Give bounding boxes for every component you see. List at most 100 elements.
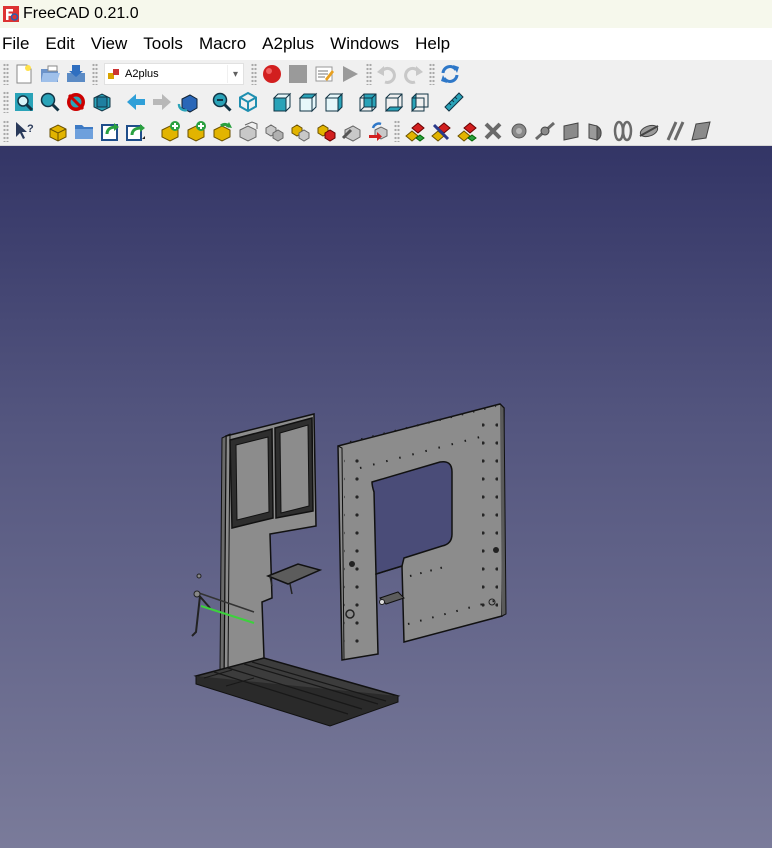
update-imports-recursive-button[interactable] xyxy=(123,118,149,144)
solve-constraints-button[interactable] xyxy=(402,118,428,144)
measure-button[interactable] xyxy=(441,89,467,115)
plane-parallel-icon xyxy=(563,121,579,141)
fit-selection-button[interactable] xyxy=(37,89,63,115)
point-on-line-button[interactable] xyxy=(532,118,558,144)
bottom-view-button[interactable] xyxy=(381,89,407,115)
menu-help[interactable]: Help xyxy=(407,28,458,60)
workbench-selected-label: A2plus xyxy=(125,68,159,80)
menu-view[interactable]: View xyxy=(83,28,136,60)
floor-plate[interactable] xyxy=(193,657,401,727)
bottom-view-icon xyxy=(384,93,404,112)
undo-button[interactable] xyxy=(374,61,400,87)
update-imports-button[interactable] xyxy=(97,118,123,144)
center-of-mass-button[interactable] xyxy=(688,118,714,144)
axis-coincident-icon xyxy=(613,120,633,141)
left-door-panel[interactable] xyxy=(219,413,317,673)
save-button[interactable] xyxy=(63,61,89,87)
axis-parallel-button[interactable] xyxy=(636,118,662,144)
delete-constraints-button[interactable] xyxy=(480,118,506,144)
flip-part-button[interactable] xyxy=(339,118,365,144)
point-identity-button[interactable] xyxy=(506,118,532,144)
plane-coincident-icon xyxy=(588,122,602,141)
plane-coincident-button[interactable] xyxy=(584,118,610,144)
duplicate-part-button[interactable] xyxy=(235,118,261,144)
macro-run-button[interactable] xyxy=(337,61,363,87)
right-view-button[interactable] xyxy=(321,89,347,115)
draw-style-button[interactable] xyxy=(63,89,89,115)
add-part-button[interactable] xyxy=(45,118,71,144)
redo-button[interactable] xyxy=(400,61,426,87)
toolbar-grip[interactable] xyxy=(429,63,435,85)
whats-this-button[interactable]: ? xyxy=(11,118,37,144)
toolbar-grip[interactable] xyxy=(92,63,98,85)
solve-all-button[interactable] xyxy=(428,118,454,144)
top-view-button[interactable] xyxy=(295,89,321,115)
plane-parallel-button[interactable] xyxy=(558,118,584,144)
left-view-button[interactable] xyxy=(407,89,433,115)
sync-view-icon xyxy=(177,94,198,113)
angled-planes-icon xyxy=(666,120,685,141)
duplicate-part-icon xyxy=(239,120,258,142)
menu-windows[interactable]: Windows xyxy=(322,28,407,60)
open-button[interactable] xyxy=(37,61,63,87)
bounding-box-icon xyxy=(93,93,111,112)
import-part-button[interactable] xyxy=(157,118,183,144)
fit-all-button[interactable] xyxy=(11,89,37,115)
menu-edit[interactable]: Edit xyxy=(37,28,82,60)
new-document-button[interactable] xyxy=(11,61,37,87)
macro-record-icon xyxy=(263,65,281,83)
3d-viewport[interactable] xyxy=(0,146,772,848)
menu-tools[interactable]: Tools xyxy=(135,28,191,60)
macro-record-button[interactable] xyxy=(259,61,285,87)
isometric-view-button[interactable] xyxy=(235,89,261,115)
toolbar-grip[interactable] xyxy=(3,119,9,142)
toolbar-grip[interactable] xyxy=(3,63,9,85)
front-view-icon xyxy=(272,92,292,113)
rear-panel-with-opening[interactable] xyxy=(337,403,507,661)
top-view-icon xyxy=(298,92,318,113)
toolbar-grip[interactable] xyxy=(366,63,372,85)
rear-view-button[interactable] xyxy=(355,89,381,115)
chevron-down-icon[interactable]: ▾ xyxy=(227,65,243,83)
solve-all-icon xyxy=(431,121,451,142)
small-shelf[interactable] xyxy=(265,563,323,595)
save-icon xyxy=(67,65,85,82)
sync-view-button[interactable] xyxy=(175,89,201,115)
refresh-button[interactable] xyxy=(437,61,463,87)
edit-part-button[interactable] xyxy=(261,118,287,144)
menu-macro[interactable]: Macro xyxy=(191,28,254,60)
isometric-view-icon xyxy=(239,91,257,113)
angled-planes-button[interactable] xyxy=(662,118,688,144)
workbench-selector[interactable]: A2plus ▾ xyxy=(104,63,244,85)
fixed-part-button[interactable] xyxy=(313,118,339,144)
toolbar-grip[interactable] xyxy=(251,63,257,85)
left-view-icon xyxy=(411,92,429,113)
transfer-part-button[interactable] xyxy=(365,118,391,144)
import-shape-button[interactable] xyxy=(183,118,209,144)
macro-stop-button[interactable] xyxy=(285,61,311,87)
axis-coincident-button[interactable] xyxy=(610,118,636,144)
front-view-button[interactable] xyxy=(269,89,295,115)
menu-file[interactable]: File xyxy=(0,28,37,60)
toolbar-grip[interactable] xyxy=(394,119,400,142)
assembly-3d-model[interactable] xyxy=(0,146,772,848)
toolbar-grip[interactable] xyxy=(3,91,9,113)
toggle-autosolve-button[interactable] xyxy=(454,118,480,144)
bounding-box-button[interactable] xyxy=(89,89,115,115)
back-view-button[interactable] xyxy=(123,89,149,115)
macro-edit-button[interactable] xyxy=(311,61,337,87)
toolbar-row-1: A2plus ▾ xyxy=(0,60,772,88)
add-from-folder-button[interactable] xyxy=(71,118,97,144)
bracket[interactable] xyxy=(379,591,405,605)
flip-part-icon xyxy=(341,124,361,142)
move-part-button[interactable] xyxy=(287,118,313,144)
toolbar-row-2 xyxy=(0,88,772,116)
a2plus-workbench-icon xyxy=(108,69,119,79)
zoom-button[interactable] xyxy=(209,89,235,115)
center-of-mass-icon xyxy=(691,120,711,141)
convert-part-button[interactable] xyxy=(209,118,235,144)
point-identity-icon xyxy=(511,123,527,138)
whats-this-icon: ? xyxy=(16,121,34,139)
forward-view-button[interactable] xyxy=(149,89,175,115)
menu-a2plus[interactable]: A2plus xyxy=(254,28,322,60)
